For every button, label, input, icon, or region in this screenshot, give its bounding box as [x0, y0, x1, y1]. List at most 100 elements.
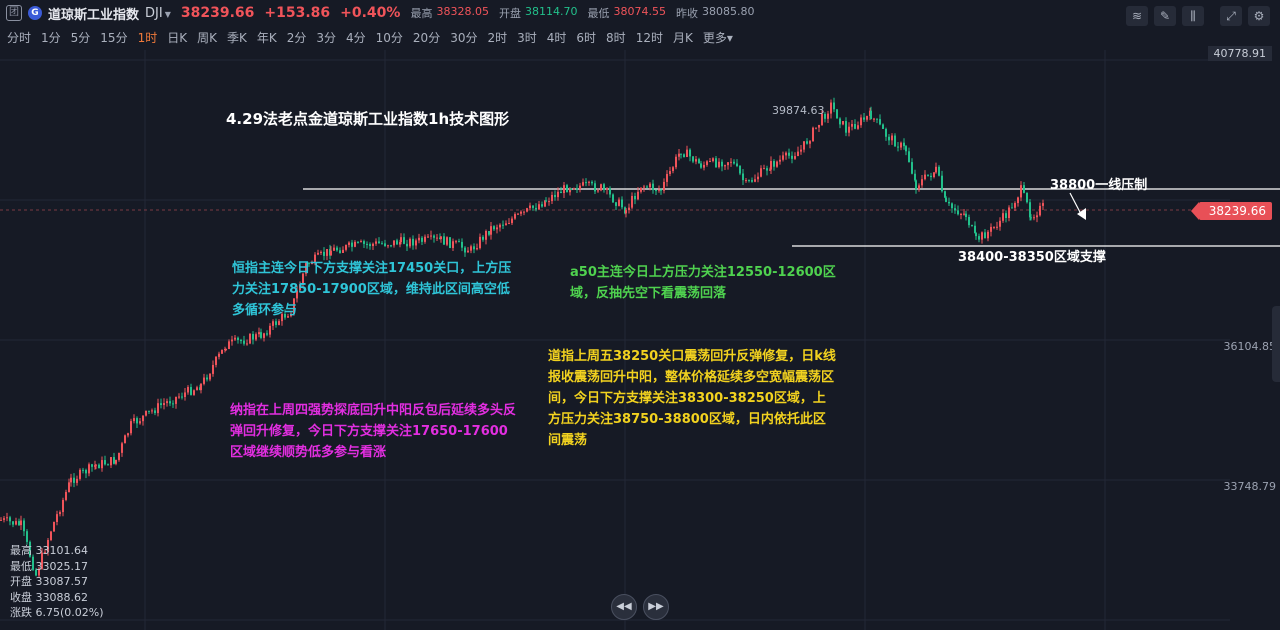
chart-title-annotation: 4.29法老点金道琼斯工业指数1h技术图形	[226, 110, 510, 128]
symbol-selector[interactable]: DJI ▼	[145, 6, 171, 21]
candle-body	[511, 218, 513, 224]
candle-body	[779, 159, 781, 162]
candle-body	[839, 118, 841, 125]
candle-body	[529, 205, 531, 209]
crosshair-info-panel: 最高 33101.64 最低 33025.17 开盘 33087.57 收盘 3…	[10, 543, 104, 621]
side-panel-handle[interactable]	[1272, 306, 1280, 382]
settings-icon[interactable]: ⚙	[1248, 6, 1270, 26]
candle-body	[845, 121, 847, 133]
period-tab[interactable]: 1分	[41, 29, 61, 46]
candle-body	[206, 377, 208, 380]
candle-body	[345, 244, 347, 250]
candle-body	[897, 146, 899, 148]
candle-body	[372, 243, 374, 247]
candle-body	[520, 211, 522, 214]
candle-body	[621, 199, 623, 208]
period-tab[interactable]: 4时	[547, 29, 567, 46]
prev-close-label: 昨收	[675, 7, 698, 20]
candle-body	[698, 159, 700, 164]
candle-body	[317, 252, 319, 255]
period-tab[interactable]: 10分	[376, 29, 403, 46]
period-tab[interactable]: 2分	[287, 29, 307, 46]
period-tab[interactable]: 季K	[227, 29, 247, 46]
candle-body	[200, 383, 202, 391]
candle-body	[570, 188, 572, 190]
candle-body	[730, 161, 732, 163]
candle-body	[266, 333, 268, 335]
candle-body	[646, 186, 648, 188]
candle-body	[369, 244, 371, 247]
high-label: 最高	[410, 7, 433, 20]
period-tab[interactable]: 3时	[517, 29, 537, 46]
candle-body	[203, 377, 205, 384]
candle-body	[488, 230, 490, 235]
info-change: 涨跌 6.75(0.02%)	[10, 606, 104, 619]
price-change-pct: +0.40%	[340, 5, 401, 21]
candle-body	[736, 163, 738, 167]
candle-body	[240, 340, 242, 342]
prev-page-icon[interactable]: ◀◀	[611, 594, 637, 620]
period-tab[interactable]: 分时	[7, 29, 31, 46]
candle-body	[678, 153, 680, 157]
candle-body	[971, 225, 973, 227]
candle-body	[218, 353, 220, 357]
candle-body	[260, 332, 262, 338]
indicator-icon[interactable]: ≋	[1126, 6, 1148, 26]
candle-body	[873, 118, 875, 120]
draw-icon[interactable]: ✎	[1154, 6, 1176, 26]
period-tab[interactable]: 月K	[673, 29, 693, 46]
period-tab[interactable]: 更多▾	[703, 29, 733, 46]
candle-body	[357, 241, 359, 243]
candle-body	[535, 207, 537, 210]
symbol-label: DJI	[145, 5, 163, 21]
candle-body	[833, 102, 835, 110]
candle-body	[640, 187, 642, 192]
candle-body	[1011, 207, 1013, 209]
period-tab[interactable]: 15分	[100, 29, 127, 46]
period-tab[interactable]: 周K	[197, 29, 217, 46]
candle-body	[968, 217, 970, 226]
candle-body	[576, 188, 578, 190]
candle-type-icon[interactable]: ⫼	[1182, 6, 1204, 26]
candle-body	[748, 180, 750, 182]
candle-body	[430, 235, 432, 237]
candle-body	[770, 161, 772, 170]
candle-body	[941, 175, 943, 192]
period-tab[interactable]: 20分	[413, 29, 440, 46]
period-tab[interactable]: 5分	[71, 29, 91, 46]
candle-body	[59, 512, 61, 515]
period-tab[interactable]: 2时	[487, 29, 507, 46]
candle-body	[172, 403, 174, 405]
candle-body	[927, 174, 929, 176]
candle-body	[721, 161, 723, 167]
candle-body	[412, 238, 414, 246]
candlestick-chart[interactable]	[0, 50, 1280, 630]
candle-body	[384, 243, 386, 247]
candle-body	[860, 117, 862, 126]
candle-body	[234, 337, 236, 340]
candle-body	[104, 460, 106, 465]
candle-body	[196, 387, 198, 391]
candle-body	[348, 242, 350, 245]
period-tab[interactable]: 8时	[606, 29, 626, 46]
candle-body	[921, 179, 923, 186]
dji-annotation: 道指上周五38250关口震荡回升反弹修复，日k线报收震荡回升中阳，整体价格延续多…	[548, 349, 836, 448]
info-low: 最低 33025.17	[10, 559, 88, 573]
period-tab[interactable]: 3分	[316, 29, 336, 46]
period-tab[interactable]: 12时	[636, 29, 663, 46]
period-tab[interactable]: 4分	[346, 29, 366, 46]
candle-body	[148, 410, 150, 412]
period-tab[interactable]: 1时	[138, 29, 158, 46]
period-tab[interactable]: 30分	[450, 29, 477, 46]
candle-body	[870, 110, 872, 120]
period-tab[interactable]: 日K	[167, 29, 187, 46]
candle-body	[209, 373, 211, 380]
candle-body	[56, 514, 58, 523]
chevron-down-icon: ▼	[164, 9, 171, 19]
candle-body	[709, 161, 711, 163]
quote-header: 团 G 道琼斯工业指数 DJI ▼ 38239.66 +153.86 +0.40%…	[0, 0, 1280, 26]
expand-icon[interactable]: ⤢	[1220, 6, 1242, 26]
period-tab[interactable]: 6时	[576, 29, 596, 46]
next-page-icon[interactable]: ▶▶	[643, 594, 669, 620]
period-tab[interactable]: 年K	[257, 29, 277, 46]
